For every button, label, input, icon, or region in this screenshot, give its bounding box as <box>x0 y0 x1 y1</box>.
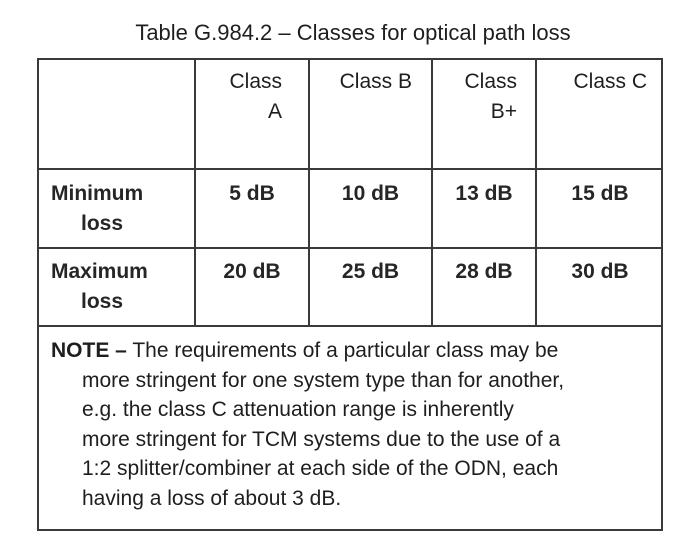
row-label-maximum-loss: Maximum loss <box>51 257 191 317</box>
note-text: The requirements of a particular class m… <box>126 339 559 362</box>
table-cell: 30 dB <box>571 260 629 283</box>
note-divider <box>39 325 661 327</box>
table-cell: 28 dB <box>455 260 513 283</box>
table-note: NOTE – The requirements of a particular … <box>51 336 655 513</box>
table-cell: 5 dB <box>229 182 275 205</box>
header-row-divider <box>39 168 661 170</box>
table-cell: 20 dB <box>223 260 281 283</box>
note-line: 1:2 splitter/combiner at each side of th… <box>82 457 559 480</box>
column-header-class-c: Class C <box>537 67 647 97</box>
row-label-text: loss <box>81 212 124 235</box>
optical-path-loss-table: Class A Class B Class B+ Class C Minimum… <box>37 58 663 531</box>
note-line: NOTE – The requirements of a particular … <box>51 336 655 366</box>
column-header-class-b: Class B <box>310 67 412 97</box>
note-line: more stringent for one system type than … <box>82 368 565 392</box>
column-header-text: Class B <box>339 70 412 93</box>
table-cell: 15 dB <box>571 182 629 205</box>
column-header-text: B+ <box>490 100 517 123</box>
row-label-minimum-loss: Minimum loss <box>51 179 191 239</box>
column-header-class-a: Class A <box>196 67 282 127</box>
note-prefix: NOTE – <box>51 339 127 362</box>
table-cell: 25 dB <box>341 260 400 283</box>
row-label-text: Maximum <box>51 260 148 283</box>
row-label-text: Minimum <box>51 182 144 205</box>
row-label-text: loss <box>81 290 124 313</box>
note-line: having a loss of about 3 dB. <box>82 486 342 510</box>
table-cell: 13 dB <box>455 182 513 205</box>
table-cell: 10 dB <box>341 182 400 205</box>
note-line: e.g. the class C attenuation range is in… <box>82 398 514 421</box>
column-header-text: A <box>267 100 282 123</box>
row-divider <box>39 247 661 249</box>
column-header-class-b-plus: Class B+ <box>433 67 517 127</box>
table-title: Table G.984.2 – Classes for optical path… <box>135 20 571 45</box>
column-header-text: Class C <box>573 70 647 93</box>
column-header-text: Class <box>464 70 517 93</box>
note-line: more stringent for TCM systems due to th… <box>82 427 561 451</box>
column-header-text: Class <box>229 70 282 93</box>
